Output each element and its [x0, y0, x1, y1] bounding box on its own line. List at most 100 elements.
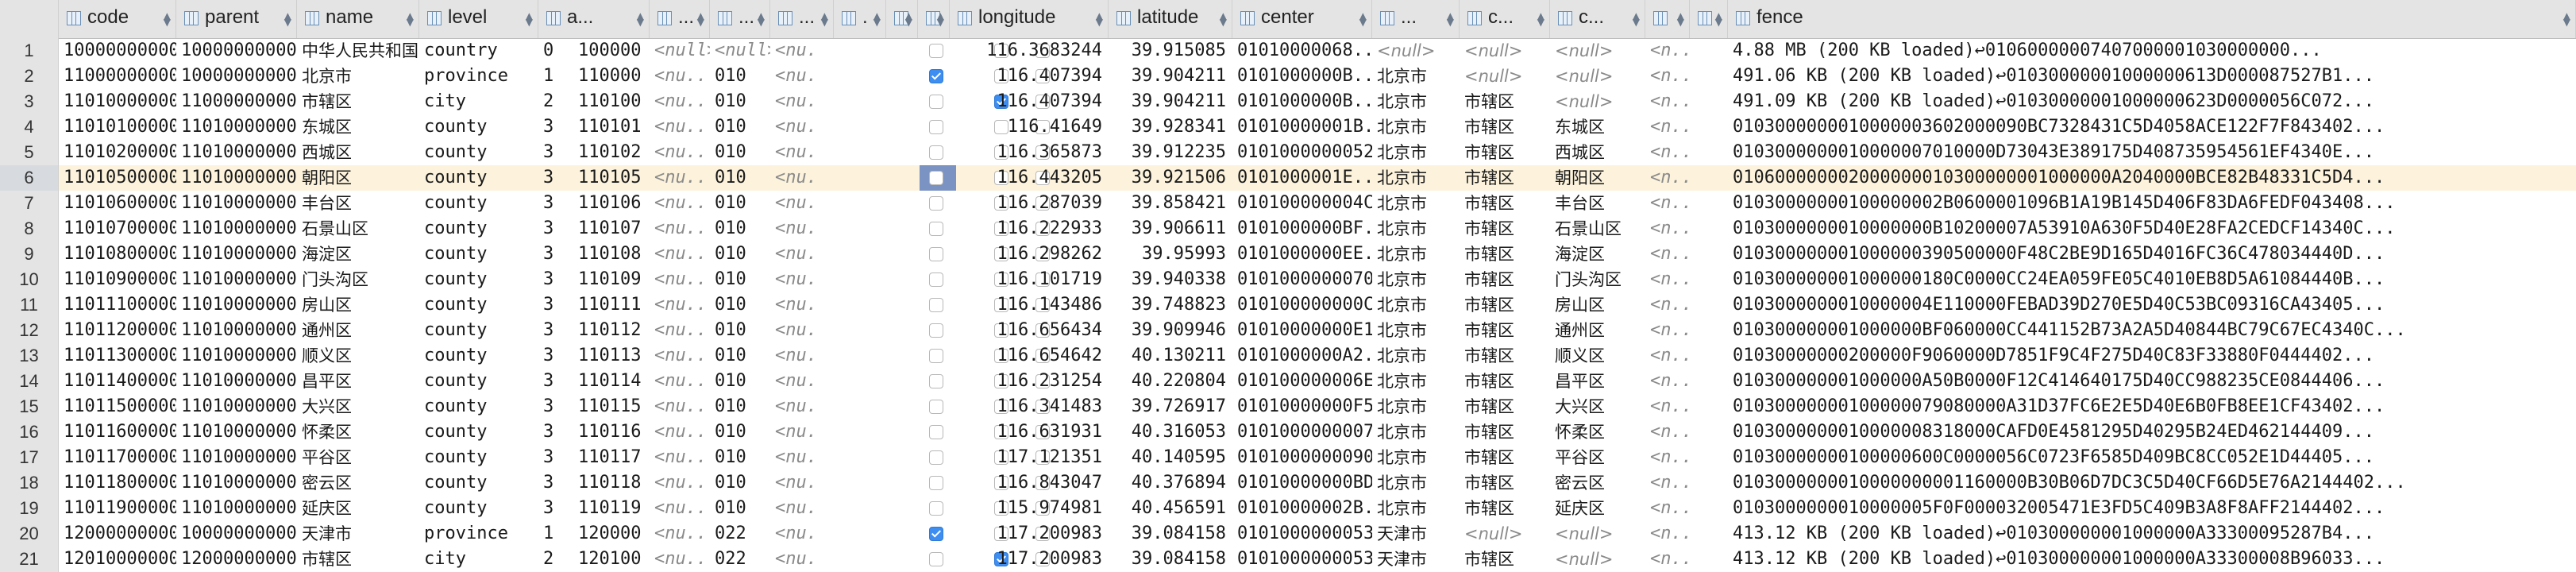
cell-level[interactable]: county [419, 114, 538, 140]
checkbox-unchecked[interactable] [929, 222, 943, 236]
cell-parent[interactable]: 110100000000 [176, 470, 297, 496]
cell-c8[interactable]: <nu... [770, 140, 815, 165]
header-c15[interactable]: ... ▲ ▼ [1372, 0, 1460, 38]
checkbox-unchecked[interactable] [929, 425, 943, 439]
table-row[interactable]: 14110114000000110100000000昌平区county31101… [0, 369, 2576, 394]
cell-c15[interactable]: 北京市 [1372, 419, 1460, 445]
header-name[interactable]: name ▲ ▼ [297, 0, 419, 38]
cell-c17[interactable]: 西城区 [1550, 140, 1645, 165]
cell-lat[interactable]: 39.95993 [1109, 242, 1232, 267]
cell-code[interactable]: 110101000000 [59, 114, 176, 140]
cell-lv[interactable]: 3 [538, 496, 573, 521]
cell-c16[interactable]: <null> [1460, 521, 1550, 547]
header-code[interactable]: code ▲ ▼ [59, 0, 176, 38]
cell-lon[interactable]: 117.200983 [950, 547, 1109, 572]
cell-fence[interactable]: 01030000000100000079080000A31D37FC6E2E5D… [1728, 394, 2576, 419]
cell-code[interactable]: 110118000000 [59, 470, 176, 496]
cell-lv[interactable]: 3 [538, 140, 573, 165]
cell-a[interactable]: 110118 [573, 470, 650, 496]
cell-c6[interactable]: <nu... [650, 191, 710, 216]
sort-arrows-icon[interactable]: ▲ ▼ [937, 11, 944, 27]
header-c17[interactable]: c... ▲ ▼ [1550, 0, 1645, 38]
cell-lv[interactable]: 3 [538, 165, 573, 191]
cell-name[interactable]: 北京市 [297, 64, 419, 89]
cell-c16[interactable]: 市辖区 [1460, 165, 1550, 191]
cell-c7[interactable]: <null> [710, 38, 770, 64]
cell-center[interactable]: 01010000000BD... [1232, 470, 1372, 496]
cell-lon[interactable]: 116.231254 [950, 369, 1109, 394]
cell-parent[interactable]: 100000000000 [176, 521, 297, 547]
cell-c7[interactable]: 010 [710, 242, 770, 267]
cell-lv[interactable]: 3 [538, 267, 573, 292]
cell-lv[interactable]: 3 [538, 470, 573, 496]
cell-c17[interactable]: <null> [1550, 89, 1645, 114]
cell-rownum[interactable]: 12 [0, 318, 59, 343]
cell-c15[interactable]: 北京市 [1372, 89, 1460, 114]
cell-code[interactable]: 110108000000 [59, 242, 176, 267]
cell-code[interactable]: 110117000000 [59, 445, 176, 470]
data-grid[interactable]: code▲▼parent▲▼name▲▼level▲▼a...▲▼...▲▼..… [0, 0, 2576, 572]
cell-a[interactable]: 110107 [573, 216, 650, 242]
cell-fence[interactable]: 0103000000010000004E110000FEBAD39D270E5D… [1728, 292, 2576, 318]
cell-level[interactable]: province [419, 521, 538, 547]
table-row[interactable]: 12110112000000110100000000通州区county31101… [0, 318, 2576, 343]
cell-center[interactable]: 01010000000F5... [1232, 394, 1372, 419]
cell-c16[interactable]: 市辖区 [1460, 343, 1550, 369]
table-row[interactable]: 16110116000000110100000000怀柔区county31101… [0, 419, 2576, 445]
cell-lon[interactable]: 116.287039 [950, 191, 1109, 216]
cell-c8[interactable]: <nu... [770, 318, 815, 343]
cell-name[interactable]: 延庆区 [297, 496, 419, 521]
cell-center[interactable]: 0101000000090... [1232, 445, 1372, 470]
cell-lv[interactable]: 2 [538, 89, 573, 114]
cell-c8[interactable]: <nu... [770, 445, 815, 470]
cell-name[interactable]: 西城区 [297, 140, 419, 165]
cell-c16[interactable]: 市辖区 [1460, 369, 1550, 394]
cell-c7[interactable]: 010 [710, 64, 770, 89]
cell-c18[interactable]: <n... [1645, 292, 1690, 318]
cell-c6[interactable]: <null> [650, 38, 710, 64]
cell-code[interactable]: 110111000000 [59, 292, 176, 318]
cell-a[interactable]: 110109 [573, 267, 650, 292]
cell-lat[interactable]: 39.928341 [1109, 114, 1232, 140]
cell-fence[interactable]: 491.06 KB (200 KB loaded)↩01030000001000… [1728, 64, 2576, 89]
cell-c18[interactable]: <n... [1645, 216, 1690, 242]
cell-lon[interactable]: 116.41649 [950, 114, 1109, 140]
cell-c17[interactable]: 朝阳区 [1550, 165, 1645, 191]
checkbox-unchecked[interactable] [929, 552, 943, 566]
cell-c7[interactable]: 010 [710, 292, 770, 318]
cell-level[interactable]: county [419, 343, 538, 369]
table-row[interactable]: 10110109000000110100000000门头沟区county3110… [0, 267, 2576, 292]
cell-c17[interactable]: <null> [1550, 64, 1645, 89]
cell-c16[interactable]: 市辖区 [1460, 89, 1550, 114]
cell-c7[interactable]: 010 [710, 343, 770, 369]
cell-fence[interactable]: 01030000000100000600C0000056C0723F6585D4… [1728, 445, 2576, 470]
cell-c17[interactable]: 顺义区 [1550, 343, 1645, 369]
cell-a[interactable]: 110108 [573, 242, 650, 267]
cell-c15[interactable]: 北京市 [1372, 191, 1460, 216]
cell-level[interactable]: province [419, 64, 538, 89]
table-row[interactable]: 3110100000000110000000000市辖区city2110100<… [0, 89, 2576, 114]
cell-c6[interactable]: <nu... [650, 242, 710, 267]
cell-a[interactable]: 110000 [573, 64, 650, 89]
cell-fence[interactable]: 010600000002000000010300000001000000A204… [1728, 165, 2576, 191]
cell-rownum[interactable]: 18 [0, 470, 59, 496]
header-latitude[interactable]: latitude ▲ ▼ [1109, 0, 1232, 38]
cell-c7[interactable]: 010 [710, 140, 770, 165]
cell-c7[interactable]: 010 [710, 191, 770, 216]
cell-parent[interactable]: 110100000000 [176, 292, 297, 318]
cell-c6[interactable]: <nu... [650, 470, 710, 496]
cell-c15[interactable]: 北京市 [1372, 140, 1460, 165]
cell-rownum[interactable]: 7 [0, 191, 59, 216]
cell-level[interactable]: county [419, 445, 538, 470]
sort-arrows-icon[interactable]: ▲ ▼ [1633, 11, 1640, 27]
cell-name[interactable]: 大兴区 [297, 394, 419, 419]
cell-name[interactable]: 平谷区 [297, 445, 419, 470]
table-row[interactable]: 20120000000000100000000000天津市province112… [0, 521, 2576, 547]
cell-level[interactable]: country [419, 38, 538, 64]
cell-c15[interactable]: 北京市 [1372, 445, 1460, 470]
table-row[interactable]: 19110119000000110100000000延庆区county31101… [0, 496, 2576, 521]
cell-c18[interactable]: <n... [1645, 89, 1690, 114]
cell-parent[interactable]: 110100000000 [176, 394, 297, 419]
cell-c18[interactable]: <n... [1645, 318, 1690, 343]
cell-name[interactable]: 房山区 [297, 292, 419, 318]
